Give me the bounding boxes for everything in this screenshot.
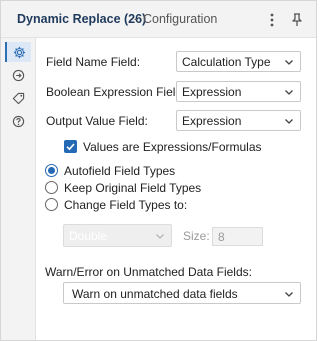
chevron-down-icon xyxy=(285,292,293,297)
output-value-value: Expression xyxy=(182,114,242,128)
sidebar-item-help[interactable] xyxy=(5,111,31,131)
section-title: Configuration xyxy=(143,12,218,26)
size-value: 8 xyxy=(218,230,225,244)
change-field-types-label: Change Field Types to: xyxy=(64,198,188,212)
field-name-value: Calculation Type xyxy=(182,55,271,69)
title-bar: Dynamic Replace (26) - Configuration xyxy=(1,1,316,38)
more-vertical-icon[interactable] xyxy=(263,10,281,30)
boolean-expression-select[interactable]: Expression xyxy=(176,81,301,102)
unmatched-fields-label: Warn/Error on Unmatched Data Fields: xyxy=(45,265,252,279)
unmatched-fields-value: Warn on unmatched data fields xyxy=(72,287,238,301)
radio-change-field-types[interactable] xyxy=(45,198,58,211)
change-type-value: Double xyxy=(69,229,108,243)
radio-keep-original-field-types[interactable] xyxy=(45,181,58,194)
help-icon xyxy=(12,115,24,127)
sidebar-item-configuration[interactable] xyxy=(5,42,31,62)
chevron-down-icon xyxy=(285,60,293,65)
configuration-panel: Dynamic Replace (26) - Configuration Fie… xyxy=(0,0,317,341)
gear-icon xyxy=(13,46,25,58)
chevron-down-icon xyxy=(285,90,293,95)
chevron-down-icon xyxy=(156,234,164,239)
title-separator: - xyxy=(134,12,139,26)
field-name-select[interactable]: Calculation Type xyxy=(176,51,301,72)
pin-icon[interactable] xyxy=(288,10,306,30)
boolean-expression-value: Expression xyxy=(182,85,242,99)
configuration-form: Field Name Field: Calculation Type Boole… xyxy=(37,38,316,340)
field-name-label: Field Name Field: xyxy=(46,55,141,69)
radio-autofield-field-types[interactable] xyxy=(45,164,58,177)
keep-original-field-types-label: Keep Original Field Types xyxy=(64,181,202,195)
boolean-expression-label: Boolean Expression Field: xyxy=(46,85,186,99)
autofield-field-types-label: Autofield Field Types xyxy=(64,164,176,178)
unmatched-fields-select[interactable]: Warn on unmatched data fields xyxy=(63,282,301,304)
chevron-down-icon xyxy=(285,119,293,124)
change-type-select[interactable]: Double xyxy=(63,224,172,247)
size-label: Size: xyxy=(183,229,210,243)
values-are-expressions-label: Values are Expressions/Formulas xyxy=(83,140,262,154)
output-value-select[interactable]: Expression xyxy=(176,110,301,131)
sidebar-item-annotation[interactable] xyxy=(5,88,31,108)
sidebar-item-connections[interactable] xyxy=(5,65,31,85)
connections-icon xyxy=(12,69,24,81)
output-value-label: Output Value Field: xyxy=(46,114,148,128)
values-are-expressions-checkbox[interactable] xyxy=(64,140,77,153)
sidebar xyxy=(1,38,36,340)
size-input[interactable]: 8 xyxy=(212,227,263,246)
check-icon xyxy=(66,143,75,151)
tag-icon xyxy=(12,92,24,104)
tool-title: Dynamic Replace (26) xyxy=(17,12,147,26)
